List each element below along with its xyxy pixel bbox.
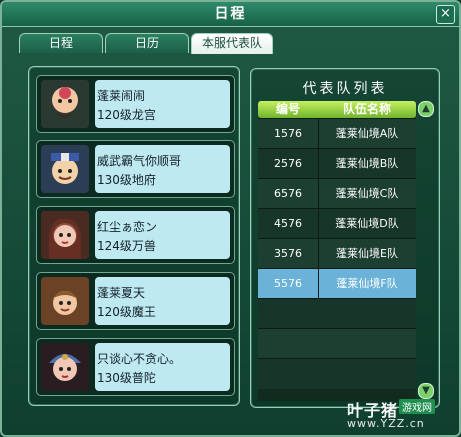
chevron-up-icon: ▲ (422, 103, 430, 114)
team-name: 蓬莱仙境E队 (336, 247, 398, 260)
team-id: 1576 (258, 119, 319, 149)
column-team-name-header: 队伍名称 (342, 102, 391, 116)
watermark-url: www.YZZ.cn (347, 417, 425, 430)
team-list-header: 编号 队伍名称 (258, 101, 416, 118)
team-id: 5576 (258, 269, 319, 299)
watermark-tag: 游戏网 (399, 399, 435, 414)
headband-character-icon (41, 145, 89, 193)
player-level-school: 130级普陀 (97, 371, 156, 385)
player-name: 只谈心不贪心。 (97, 352, 182, 366)
table-row[interactable]: 2576 蓬莱仙境B队 (258, 148, 416, 179)
table-row-empty (258, 328, 416, 359)
player-level-school: 120级魔王 (97, 305, 156, 319)
table-row[interactable]: 1576 蓬莱仙境A队 (258, 118, 416, 149)
player-info: 蓬莱夏天 120级魔王 (95, 277, 230, 325)
watermark: 叶子猪 游戏网 www.YZZ.cn (347, 397, 457, 433)
player-name: 蓬莱闹闹 (97, 89, 146, 103)
player-info: 只谈心不贪心。 130级普陀 (95, 343, 230, 391)
scrollbar[interactable]: ▲ ▼ (418, 101, 434, 401)
bald-tattooed-character-icon (41, 80, 89, 128)
player-list-panel: 蓬莱闹闹 120级龙宫 威武霸气你顺哥 130级地府 红尘ぁ恋ン 124级万兽 (28, 66, 240, 406)
player-name: 威武霸气你顺哥 (97, 154, 182, 168)
table-row[interactable]: 6576 蓬莱仙境C队 (258, 178, 416, 209)
team-id: 4576 (258, 209, 319, 239)
column-id-header: 编号 (275, 102, 300, 116)
table-row-empty (258, 358, 416, 389)
tab-schedule[interactable]: 日程 (19, 33, 103, 53)
window-title: 日程 (214, 6, 247, 22)
chevron-down-icon: ▼ (422, 385, 430, 396)
close-button[interactable]: × (436, 5, 455, 24)
player-name: 红尘ぁ恋ン (97, 220, 158, 234)
player-level-school: 120级龙宫 (97, 108, 156, 122)
player-card[interactable]: 红尘ぁ恋ン 124级万兽 (36, 206, 235, 264)
female-headdress-character-icon (41, 343, 89, 391)
table-row-empty (258, 298, 416, 329)
team-id: 3576 (258, 239, 319, 269)
team-id: 2576 (258, 149, 319, 179)
player-info: 蓬莱闹闹 120级龙宫 (95, 80, 230, 128)
team-list-panel: 代表队列表 编号 队伍名称 1576 蓬莱仙境A队 2576 蓬莱仙境B队 65… (250, 68, 440, 408)
player-card[interactable]: 只谈心不贪心。 130级普陀 (36, 338, 235, 396)
table-row[interactable]: 3576 蓬莱仙境E队 (258, 238, 416, 269)
team-table: 1576 蓬莱仙境A队 2576 蓬莱仙境B队 6576 蓬莱仙境C队 4576… (258, 118, 416, 401)
player-card[interactable]: 威武霸气你顺哥 130级地府 (36, 140, 235, 198)
player-info: 红尘ぁ恋ン 124级万兽 (95, 211, 230, 259)
schedule-window: 日程 × 日程 日历 本服代表队 蓬莱闹闹 120级龙宫 威武霸气你顺哥 130… (0, 0, 461, 437)
brown-haired-character-icon (41, 277, 89, 325)
female-character-icon (41, 211, 89, 259)
player-info: 威武霸气你顺哥 130级地府 (95, 145, 230, 193)
tab-calendar[interactable]: 日历 (105, 33, 189, 53)
scroll-up-button[interactable]: ▲ (418, 101, 434, 117)
team-name: 蓬莱仙境C队 (335, 187, 399, 200)
team-list-title: 代表队列表 (302, 81, 388, 97)
tab-server-team[interactable]: 本服代表队 (191, 33, 273, 54)
team-id: 6576 (258, 179, 319, 209)
player-level-school: 130级地府 (97, 173, 156, 187)
player-card[interactable]: 蓬莱闹闹 120级龙宫 (36, 75, 235, 133)
close-icon: × (440, 6, 451, 21)
title-bar: 日程 × (2, 2, 459, 27)
table-row-selected[interactable]: 5576 蓬莱仙境F队 (258, 268, 416, 299)
team-name: 蓬莱仙境D队 (335, 217, 399, 230)
table-row[interactable]: 4576 蓬莱仙境D队 (258, 208, 416, 239)
team-name: 蓬莱仙境F队 (336, 277, 398, 290)
player-name: 蓬莱夏天 (97, 286, 146, 300)
team-name: 蓬莱仙境B队 (335, 157, 399, 170)
player-card[interactable]: 蓬莱夏天 120级魔王 (36, 272, 235, 330)
team-name: 蓬莱仙境A队 (335, 127, 399, 140)
player-level-school: 124级万兽 (97, 239, 156, 253)
